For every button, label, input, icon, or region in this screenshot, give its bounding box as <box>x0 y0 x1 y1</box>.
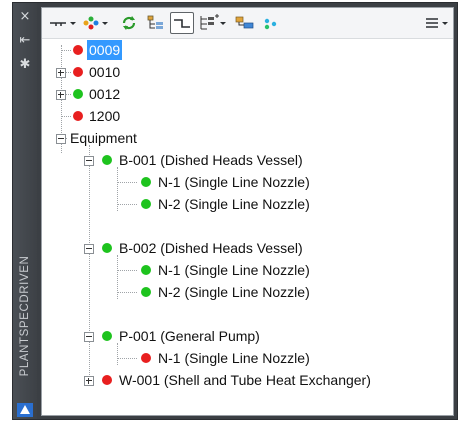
close-icon[interactable]: × <box>13 7 37 27</box>
project-tree: 0009 0010 0012 1200 Equipment B-001 (Dis… <box>42 39 453 415</box>
expand-all-icon[interactable] <box>198 14 228 32</box>
expand-plus-icon[interactable] <box>56 68 66 78</box>
tree-node-0012[interactable]: 0012 <box>42 83 122 105</box>
tree-node-label: N-1 (Single Line Nozzle) <box>158 350 310 366</box>
collapse-minus-icon[interactable] <box>84 244 94 254</box>
status-green-icon <box>102 243 112 253</box>
tree-node-b001[interactable]: B-001 (Dished Heads Vessel) <box>42 149 305 171</box>
tree-node-0010[interactable]: 0010 <box>42 61 122 83</box>
status-green-icon <box>102 155 112 165</box>
status-red-icon <box>141 353 151 363</box>
tree-node-label: N-1 (Single Line Nozzle) <box>158 174 310 190</box>
status-green-icon <box>102 331 112 341</box>
status-red-icon <box>73 45 83 55</box>
dots-icon[interactable] <box>262 14 280 32</box>
group-icon[interactable] <box>234 14 256 32</box>
tree-node-label: 1200 <box>89 108 121 124</box>
autocad-logo-icon <box>17 403 33 417</box>
connect-filter-icon[interactable] <box>48 14 78 32</box>
palette-side-strip: × ⇤ ✱ PLANTSPECDRIVEN <box>13 3 37 419</box>
color-filter-icon[interactable] <box>82 14 112 32</box>
tree-layout-icon[interactable] <box>146 14 166 32</box>
tree-node-label: B-002 (Dished Heads Vessel) <box>119 240 303 256</box>
collapse-minus-icon[interactable] <box>84 156 94 166</box>
tree-node-b002[interactable]: B-002 (Dished Heads Vessel) <box>42 237 305 259</box>
tree-node-b001-n2[interactable]: N-2 (Single Line Nozzle) <box>42 193 312 215</box>
refresh-icon[interactable] <box>120 14 138 32</box>
tree-node-label: N-2 (Single Line Nozzle) <box>158 196 310 212</box>
palette-window: × ⇤ ✱ PLANTSPECDRIVEN 0009 0010 0012 120… <box>12 2 458 420</box>
palette-title: PLANTSPECDRIVEN <box>19 255 31 377</box>
properties-icon[interactable]: ✱ <box>13 55 37 75</box>
tree-node-p001[interactable]: P-001 (General Pump) <box>42 325 262 347</box>
collapse-minus-icon[interactable] <box>84 332 94 342</box>
tree-node-equipment[interactable]: Equipment <box>42 127 139 149</box>
status-red-icon <box>73 67 83 77</box>
status-green-icon <box>141 177 151 187</box>
tree-node-b001-n1[interactable]: N-1 (Single Line Nozzle) <box>42 171 312 193</box>
project-manager-panel: 0009 0010 0012 1200 Equipment B-001 (Dis… <box>41 7 454 416</box>
tree-node-label: Equipment <box>70 130 137 146</box>
tree-node-w001[interactable]: W-001 (Shell and Tube Heat Exchanger) <box>42 369 373 391</box>
expand-plus-icon[interactable] <box>84 376 94 386</box>
tree-node-label: N-2 (Single Line Nozzle) <box>158 284 310 300</box>
auto-hide-icon[interactable]: ⇤ <box>13 31 37 51</box>
tree-node-label: 0012 <box>89 86 121 102</box>
tree-node-label: P-001 (General Pump) <box>119 328 260 344</box>
status-red-icon <box>102 375 112 385</box>
expand-plus-icon[interactable] <box>56 90 66 100</box>
tree-node-0009[interactable]: 0009 <box>42 39 123 61</box>
tree-node-label: 0009 <box>87 40 123 60</box>
tree-node-b002-n1[interactable]: N-1 (Single Line Nozzle) <box>42 259 312 281</box>
status-red-icon <box>73 111 83 121</box>
tree-node-1200[interactable]: 1200 <box>42 105 122 127</box>
tree-node-label: B-001 (Dished Heads Vessel) <box>119 152 303 168</box>
line-view-icon[interactable] <box>170 12 194 34</box>
status-green-icon <box>141 265 151 275</box>
collapse-minus-icon[interactable] <box>56 134 66 144</box>
tree-node-label: W-001 (Shell and Tube Heat Exchanger) <box>119 372 371 388</box>
status-green-icon <box>141 199 151 209</box>
toolbar <box>42 8 453 39</box>
status-green-icon <box>141 287 151 297</box>
tree-node-p001-n1[interactable]: N-1 (Single Line Nozzle) <box>42 347 312 369</box>
tree-node-b002-n2[interactable]: N-2 (Single Line Nozzle) <box>42 281 312 303</box>
menu-icon[interactable] <box>424 14 452 32</box>
tree-node-label: N-1 (Single Line Nozzle) <box>158 262 310 278</box>
tree-node-label: 0010 <box>89 64 121 80</box>
status-green-icon <box>73 89 83 99</box>
